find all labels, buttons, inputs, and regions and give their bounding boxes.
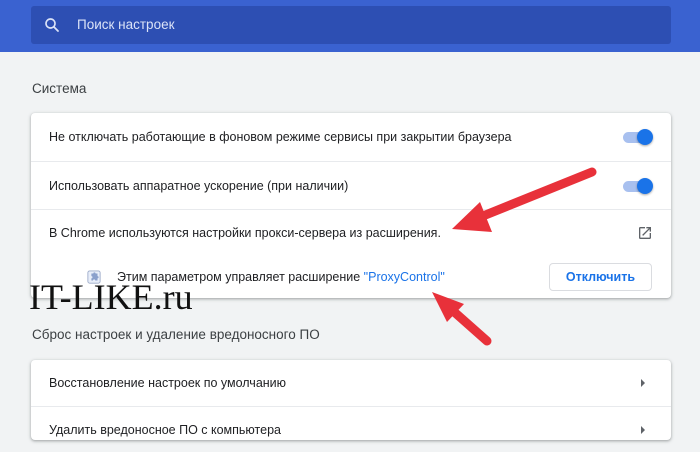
section-title-reset: Сброс настроек и удаление вредоносного П…	[32, 327, 320, 342]
restore-defaults-row[interactable]: Восстановление настроек по умолчанию	[31, 360, 671, 406]
cleanup-computer-label: Удалить вредоносное ПО с компьютера	[49, 422, 281, 437]
search-box[interactable]	[31, 6, 671, 44]
system-settings-card: Не отключать работающие в фоновом режиме…	[31, 113, 671, 298]
hardware-acceleration-toggle[interactable]	[621, 177, 653, 194]
proxy-settings-label: В Chrome используются настройки прокси-с…	[49, 225, 441, 240]
cleanup-computer-row[interactable]: Удалить вредоносное ПО с компьютера	[31, 406, 671, 452]
reset-settings-card: Восстановление настроек по умолчанию Уда…	[31, 360, 671, 440]
annotation-arrow-extension	[432, 292, 492, 346]
proxy-settings-row[interactable]: В Chrome используются настройки прокси-с…	[31, 209, 671, 255]
hardware-acceleration-row[interactable]: Использовать аппаратное ускорение (при н…	[31, 161, 671, 209]
chevron-right-icon	[641, 379, 645, 387]
search-icon	[45, 18, 59, 32]
disable-extension-button[interactable]: Отключить	[548, 262, 652, 291]
background-apps-toggle[interactable]	[621, 129, 653, 145]
toggle-knob	[637, 177, 653, 194]
toggle-knob	[637, 129, 653, 145]
external-link-icon[interactable]	[637, 225, 653, 241]
site-watermark: IT-LIKE.ru	[29, 277, 193, 317]
background-apps-label: Не отключать работающие в фоновом режиме…	[49, 130, 512, 144]
settings-header	[0, 0, 700, 52]
restore-defaults-label: Восстановление настроек по умолчанию	[49, 376, 287, 390]
section-title-system: Система	[32, 81, 87, 96]
chevron-right-icon	[641, 425, 645, 434]
background-apps-row[interactable]: Не отключать работающие в фоновом режиме…	[31, 113, 671, 161]
extension-link[interactable]: "ProxyControl"	[364, 270, 445, 284]
search-input[interactable]	[77, 6, 657, 44]
hardware-acceleration-label: Использовать аппаратное ускорение (при н…	[49, 178, 349, 193]
